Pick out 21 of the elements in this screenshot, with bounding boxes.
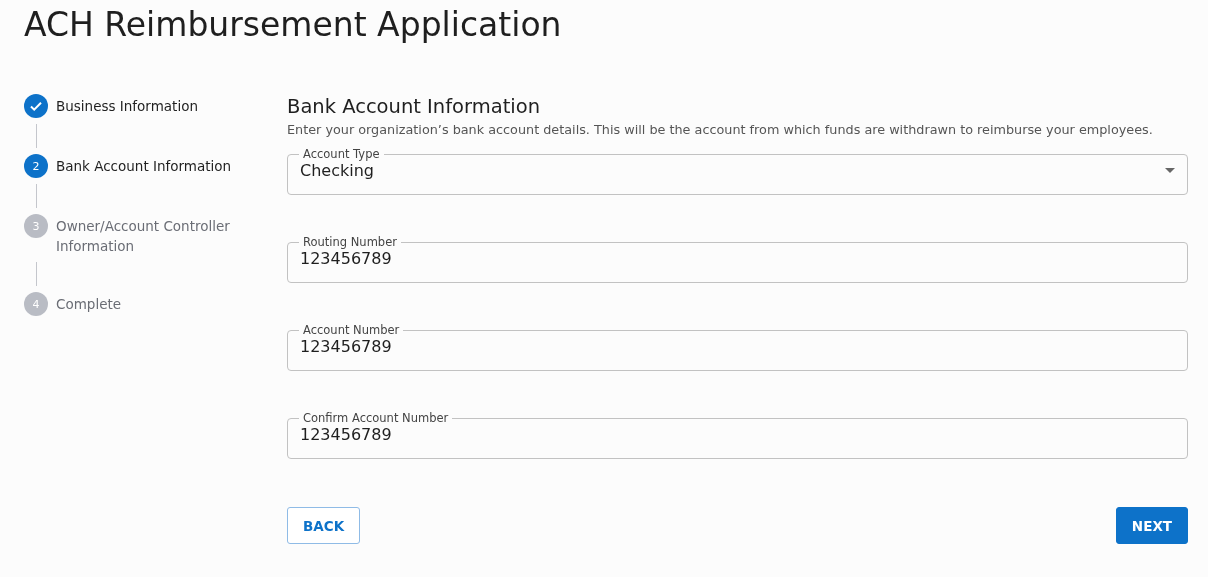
input-value[interactable]: 123456789 bbox=[300, 249, 1175, 268]
step-number: 3 bbox=[24, 214, 48, 238]
back-button[interactable]: BACK bbox=[287, 507, 361, 544]
caret-icon bbox=[1165, 168, 1175, 173]
step-label: Business Information bbox=[56, 97, 198, 116]
step-label: Bank Account Information bbox=[56, 157, 232, 176]
input-field[interactable]: Account Number 123456789 bbox=[287, 323, 1188, 371]
input-field[interactable]: Routing Number 123456789 bbox=[287, 235, 1188, 283]
input-value[interactable]: 123456789 bbox=[300, 337, 1175, 356]
section-description: Enter your organization’s bank account details. This will be the account from which funds are withdrawn to reimburse your employees. bbox=[287, 122, 1154, 137]
step-number: 4 bbox=[24, 292, 48, 316]
input-value[interactable]: 123456789 bbox=[300, 425, 1175, 444]
section-heading: Bank Account Information bbox=[287, 94, 541, 120]
step-label: Complete bbox=[56, 295, 122, 314]
check-icon bbox=[29, 99, 43, 113]
account-type-select[interactable]: Account Type Checking bbox=[287, 147, 1188, 195]
step-number: 2 bbox=[24, 154, 48, 178]
next-button[interactable]: NEXT bbox=[1115, 507, 1188, 544]
page-title: ACH Reimbursement Application bbox=[24, 4, 563, 46]
step-label: Owner/Account Controller Information bbox=[56, 217, 231, 256]
input-field[interactable]: Confirm Account Number 123456789 bbox=[287, 411, 1188, 459]
